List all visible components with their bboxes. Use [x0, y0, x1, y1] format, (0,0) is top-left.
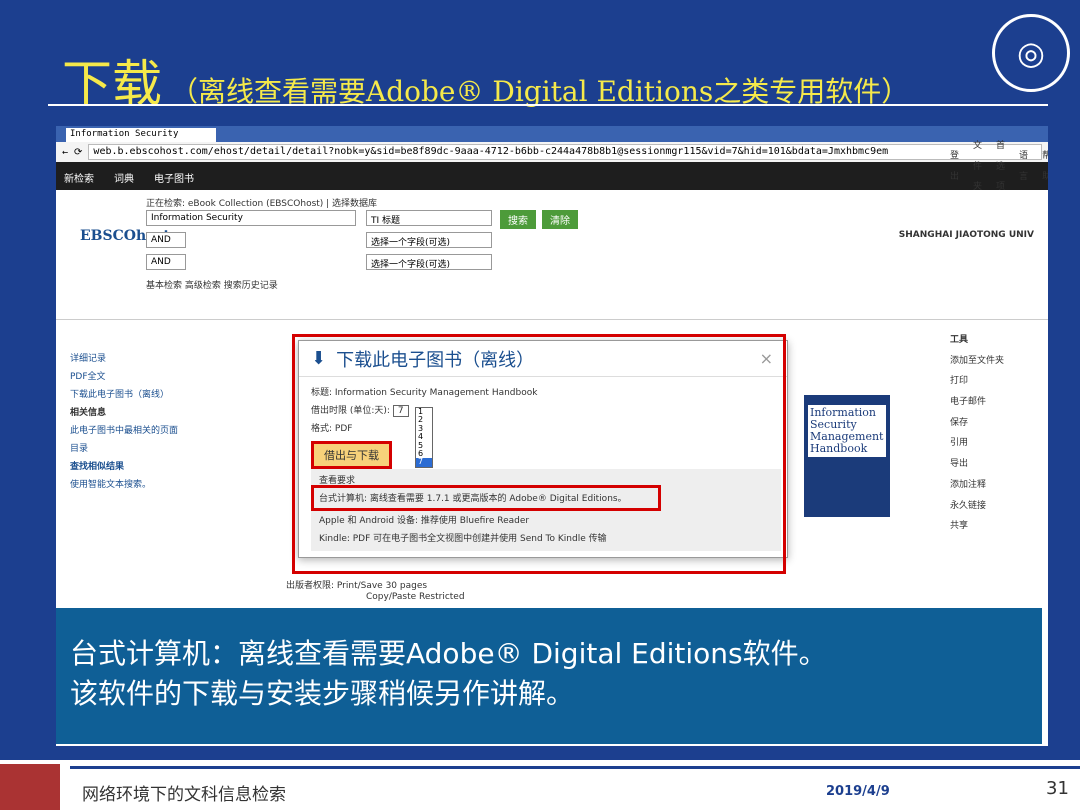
tool-export[interactable]: 导出	[950, 454, 1038, 475]
loan-options[interactable]: 1 2 3 4 5 6 7	[415, 407, 433, 468]
toc-link[interactable]: 目录	[70, 440, 220, 458]
smart-text-link[interactable]: 使用智能文本搜索。	[70, 476, 220, 494]
left-panel: 详细记录 PDF全文 下载此电子图书（离线） 相关信息 此电子图书中最相关的页面…	[70, 350, 220, 494]
similar-heading[interactable]: 查找相似结果	[70, 458, 220, 476]
nav-logout[interactable]: 登出	[950, 146, 959, 187]
tool-folder[interactable]: 添加至文件夹	[950, 351, 1038, 372]
nav-help[interactable]: 帮助	[1042, 146, 1048, 187]
tool-cite[interactable]: 引用	[950, 433, 1038, 454]
search-links[interactable]: 基本检索 高级检索 搜索历史记录	[146, 278, 278, 291]
footer-image	[0, 764, 60, 810]
caption-line-2: 该软件的下载与安装步骤稍候另作讲解。	[70, 677, 575, 710]
nav-new-search[interactable]: 新检索	[64, 170, 94, 185]
relevant-pages-link[interactable]: 此电子图书中最相关的页面	[70, 422, 220, 440]
modal-book-title: 标题: Information Security Management Hand…	[311, 388, 538, 398]
tool-permalink[interactable]: 永久链接	[950, 496, 1038, 517]
field-select[interactable]: TI 标题	[366, 210, 492, 226]
ebsco-nav: 新检索 词典 电子图书 登出 文件夹 首选项 语言 帮助 退出	[56, 141, 1048, 192]
caption-box: 台式计算机：离线查看需要Adobe® Digital Editions软件。 该…	[56, 608, 1042, 744]
and-select-1[interactable]: AND	[146, 232, 186, 248]
footer-text: 网络环境下的文科信息检索	[82, 785, 286, 805]
clear-button[interactable]: 清除	[542, 210, 578, 229]
searching-label: 正在检索: eBook Collection (EBSCOhost) | 选择数…	[146, 199, 378, 209]
nav-lang[interactable]: 语言	[1019, 146, 1028, 187]
publisher-rights: 出版者权限: Print/Save 30 pages	[286, 581, 428, 591]
book-cover: Information Security Management Handbook	[804, 395, 890, 517]
nav-thesaurus[interactable]: 词典	[114, 170, 134, 185]
back-icon[interactable]: ←	[62, 147, 68, 158]
nav-prefs[interactable]: 首选项	[996, 136, 1005, 198]
url-bar[interactable]: web.b.ebscohost.com/ehost/detail/detail?…	[88, 144, 1042, 160]
footer-rule	[70, 766, 1080, 769]
nav-folder[interactable]: 文件夹	[973, 136, 982, 198]
footer-date: 2019/4/9	[826, 784, 890, 799]
institution-name: SHANGHAI JIAOTONG UNIV	[898, 230, 1034, 240]
tool-note[interactable]: 添加注释	[950, 475, 1038, 496]
modal-title: 下载此电子图书（离线）	[336, 349, 535, 371]
tool-print[interactable]: 打印	[950, 371, 1038, 392]
and-select-2[interactable]: AND	[146, 254, 186, 270]
browser-tab[interactable]: Information Security	[66, 128, 216, 142]
search-button[interactable]: 搜索	[500, 210, 536, 229]
title-rule	[48, 104, 1048, 106]
desktop-req: 台式计算机: 离线查看需要 1.7.1 或更高版本的 Adobe® Digita…	[319, 494, 627, 504]
download-modal: ⬇ 下载此电子图书（离线） × 标题: Information Security …	[298, 340, 890, 558]
related-info-heading: 相关信息	[70, 408, 107, 418]
close-icon[interactable]: ×	[760, 349, 773, 368]
university-logo: ◎	[992, 14, 1070, 92]
option-7[interactable]: 7	[416, 457, 432, 467]
loan-select[interactable]: 7	[392, 405, 409, 417]
tools-panel: 工具 添加至文件夹 打印 电子邮件 保存 引用 导出 添加注释 永久链接 共享	[950, 330, 1038, 537]
caption-line-1: 台式计算机：离线查看需要Adobe® Digital Editions软件。	[70, 637, 827, 670]
download-icon: ⬇	[311, 348, 327, 369]
apple-req: Apple 和 Android 设备: 推荐使用 Bluefire Reader	[319, 516, 530, 526]
field-select-3[interactable]: 选择一个字段(可选)	[366, 254, 492, 270]
kindle-req: Kindle: PDF 可在电子图书全文视图中创建并使用 Send To Kin…	[319, 534, 607, 544]
search-area: EBSCOhost 正在检索: eBook Collection (EBSCOh…	[56, 190, 1048, 320]
nav-ebooks[interactable]: 电子图书	[154, 170, 194, 185]
requirements-box: 查看要求 台式计算机: 离线查看需要 1.7.1 或更高版本的 Adobe® D…	[311, 469, 781, 551]
copy-restricted: Copy/Paste Restricted	[366, 592, 465, 602]
search-input[interactable]: Information Security	[146, 210, 356, 226]
field-select-2[interactable]: 选择一个字段(可选)	[366, 232, 492, 248]
footer: 网络环境下的文科信息检索 2019/4/9 31	[0, 760, 1080, 810]
tool-share[interactable]: 共享	[950, 516, 1038, 537]
checkout-download-button[interactable]: 借出与下载	[311, 441, 392, 469]
page-number: 31	[1046, 778, 1069, 799]
reload-icon[interactable]: ⟳	[74, 147, 82, 158]
download-offline-link[interactable]: 下载此电子图书（离线）	[70, 386, 220, 404]
loan-label: 借出时限 (单位:天):	[311, 406, 390, 416]
pdf-fulltext-link[interactable]: PDF全文	[70, 368, 220, 386]
format-label: 格式: PDF	[311, 424, 353, 434]
tool-save[interactable]: 保存	[950, 413, 1038, 434]
tool-email[interactable]: 电子邮件	[950, 392, 1038, 413]
tools-heading: 工具	[950, 335, 969, 345]
detail-record-link[interactable]: 详细记录	[70, 350, 220, 368]
